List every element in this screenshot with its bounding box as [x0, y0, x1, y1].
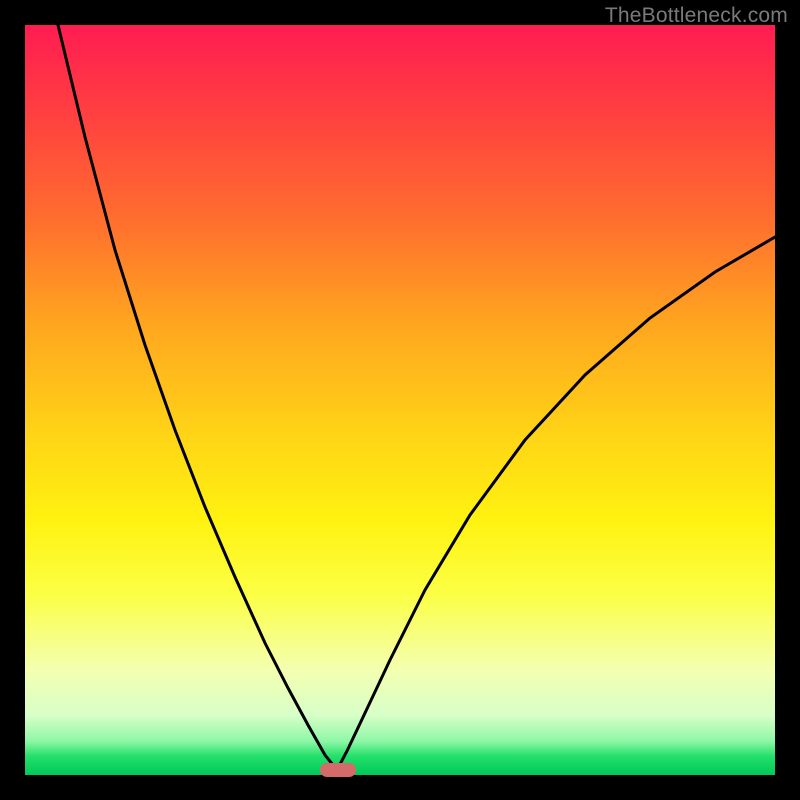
curve-right-branch	[337, 237, 775, 770]
outer-frame: TheBottleneck.com	[0, 0, 800, 800]
curve-left-branch	[58, 25, 337, 770]
bottleneck-curve	[25, 25, 775, 775]
plot-area	[25, 25, 775, 775]
minimum-marker	[320, 763, 356, 777]
watermark-text: TheBottleneck.com	[605, 4, 788, 28]
